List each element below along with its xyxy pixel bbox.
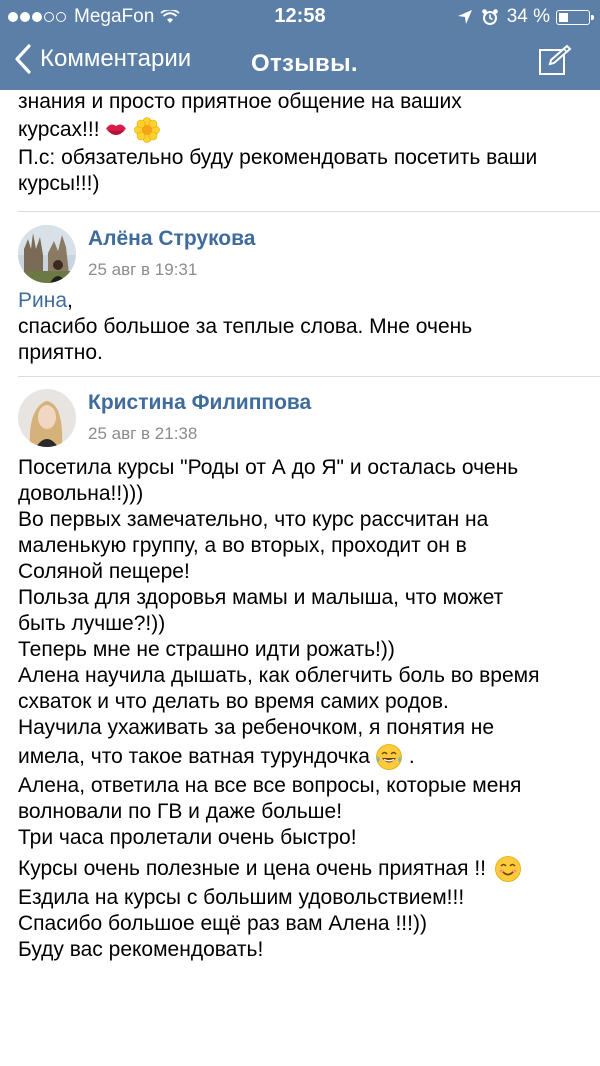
avatar[interactable]: [18, 225, 76, 283]
comment-line: волновали по ГВ и даже больше!: [18, 800, 343, 823]
comment-body: Рина, спасибо большое за теплые слова. М…: [18, 288, 588, 366]
flower-emoji-icon: [133, 117, 160, 143]
comment-body: Посетила курсы "Роды от А до Я" и остала…: [18, 455, 593, 963]
comment-author[interactable]: Алёна Струкова: [88, 227, 255, 251]
comment-date: 25 авг в 19:31: [88, 260, 198, 279]
smiling-face-emoji-icon: [495, 856, 521, 882]
avatar[interactable]: [18, 389, 76, 447]
comment-divider: [18, 376, 600, 377]
comment-line: Соляной пещере!: [18, 560, 190, 583]
comment-line: Польза для здоровья мамы и малыша, что м…: [18, 586, 504, 609]
comment-line: Теперь мне не страшно идти рожать!)): [18, 638, 395, 661]
back-button-label: Комментарии: [40, 45, 192, 72]
comma: ,: [67, 289, 73, 312]
comment-line: курсах!!!: [18, 115, 588, 145]
comment-line: Ездила на курсы с большим удовольствием!…: [18, 886, 465, 909]
comment-text-top: знания и просто приятное общение на ваши…: [18, 90, 588, 197]
comment-line-text: имела, что такое ватная турундочка: [18, 745, 370, 768]
comment-line: Три часа пролетали очень быстро!: [18, 826, 357, 849]
comment-header: Алёна Струкова 25 авг в 19:31: [18, 225, 255, 283]
location-arrow-icon: [457, 10, 472, 24]
comment-line: приятно.: [18, 341, 103, 364]
comment-line: Спасибо большое ещё раз вам Алена !!!)): [18, 912, 427, 935]
comment-line: курсы!!!): [18, 172, 100, 195]
status-bar: MegaFon 12:58 34 %: [0, 0, 600, 34]
battery-icon: [556, 9, 594, 25]
comment-line: маленькую группу, а во вторых, проходит …: [18, 534, 467, 557]
comment-line: Алена научила дышать, как облегчить боль…: [18, 664, 540, 687]
compose-icon[interactable]: [538, 44, 572, 78]
comment-line: Во первых замечательно, что курс рассчит…: [18, 508, 489, 531]
comment-line: Алена, ответила на все все вопросы, кото…: [18, 774, 522, 797]
alarm-clock-icon: [481, 9, 498, 25]
lips-emoji-icon: [105, 124, 126, 135]
comment-line: имела, что такое ватная турундочка .: [18, 741, 593, 773]
comment-line-text: Курсы очень полезные и цена очень приятн…: [18, 857, 486, 880]
navigation-bar: Комментарии Отзывы.: [0, 34, 600, 90]
comment-line: довольна!!))): [18, 482, 144, 505]
comment-line: спасибо большое за теплые слова. Мне оче…: [18, 315, 473, 338]
comment-line: знания и просто приятное общение на ваши…: [18, 90, 462, 113]
page-title: Отзывы.: [251, 50, 358, 77]
comment-line: Курсы очень полезные и цена очень приятн…: [18, 853, 593, 885]
comment-line-text: курсах!!!: [18, 118, 100, 141]
comment-line: Посетила курсы "Роды от А до Я" и остала…: [18, 456, 519, 479]
comment-divider: [18, 211, 600, 212]
comment-line: Буду вас рекомендовать!: [18, 938, 264, 961]
comment-date: 25 авг в 21:38: [88, 424, 198, 443]
back-button[interactable]: Комментарии: [14, 44, 191, 74]
comment-line: схваток и что делать во время самих родо…: [18, 690, 449, 713]
comment-line: П.с: обязательно буду рекомендовать посе…: [18, 146, 538, 169]
comment-line: Научила ухаживать за ребеночком, я понят…: [18, 716, 495, 739]
battery-percent: 34 %: [506, 6, 550, 27]
comment-header: Кристина Филиппова 25 авг в 21:38: [18, 389, 311, 447]
comment-author[interactable]: Кристина Филиппова: [88, 391, 311, 415]
tears-of-joy-emoji-icon: [376, 744, 402, 770]
chevron-left-icon: [15, 44, 31, 74]
comment-line-period: .: [408, 745, 415, 768]
mention-link[interactable]: Рина: [18, 289, 67, 312]
comment-line: быть лучше?!)): [18, 612, 166, 635]
status-bar-right: 34 %: [457, 6, 594, 28]
comment-line: Рина,: [18, 288, 588, 314]
